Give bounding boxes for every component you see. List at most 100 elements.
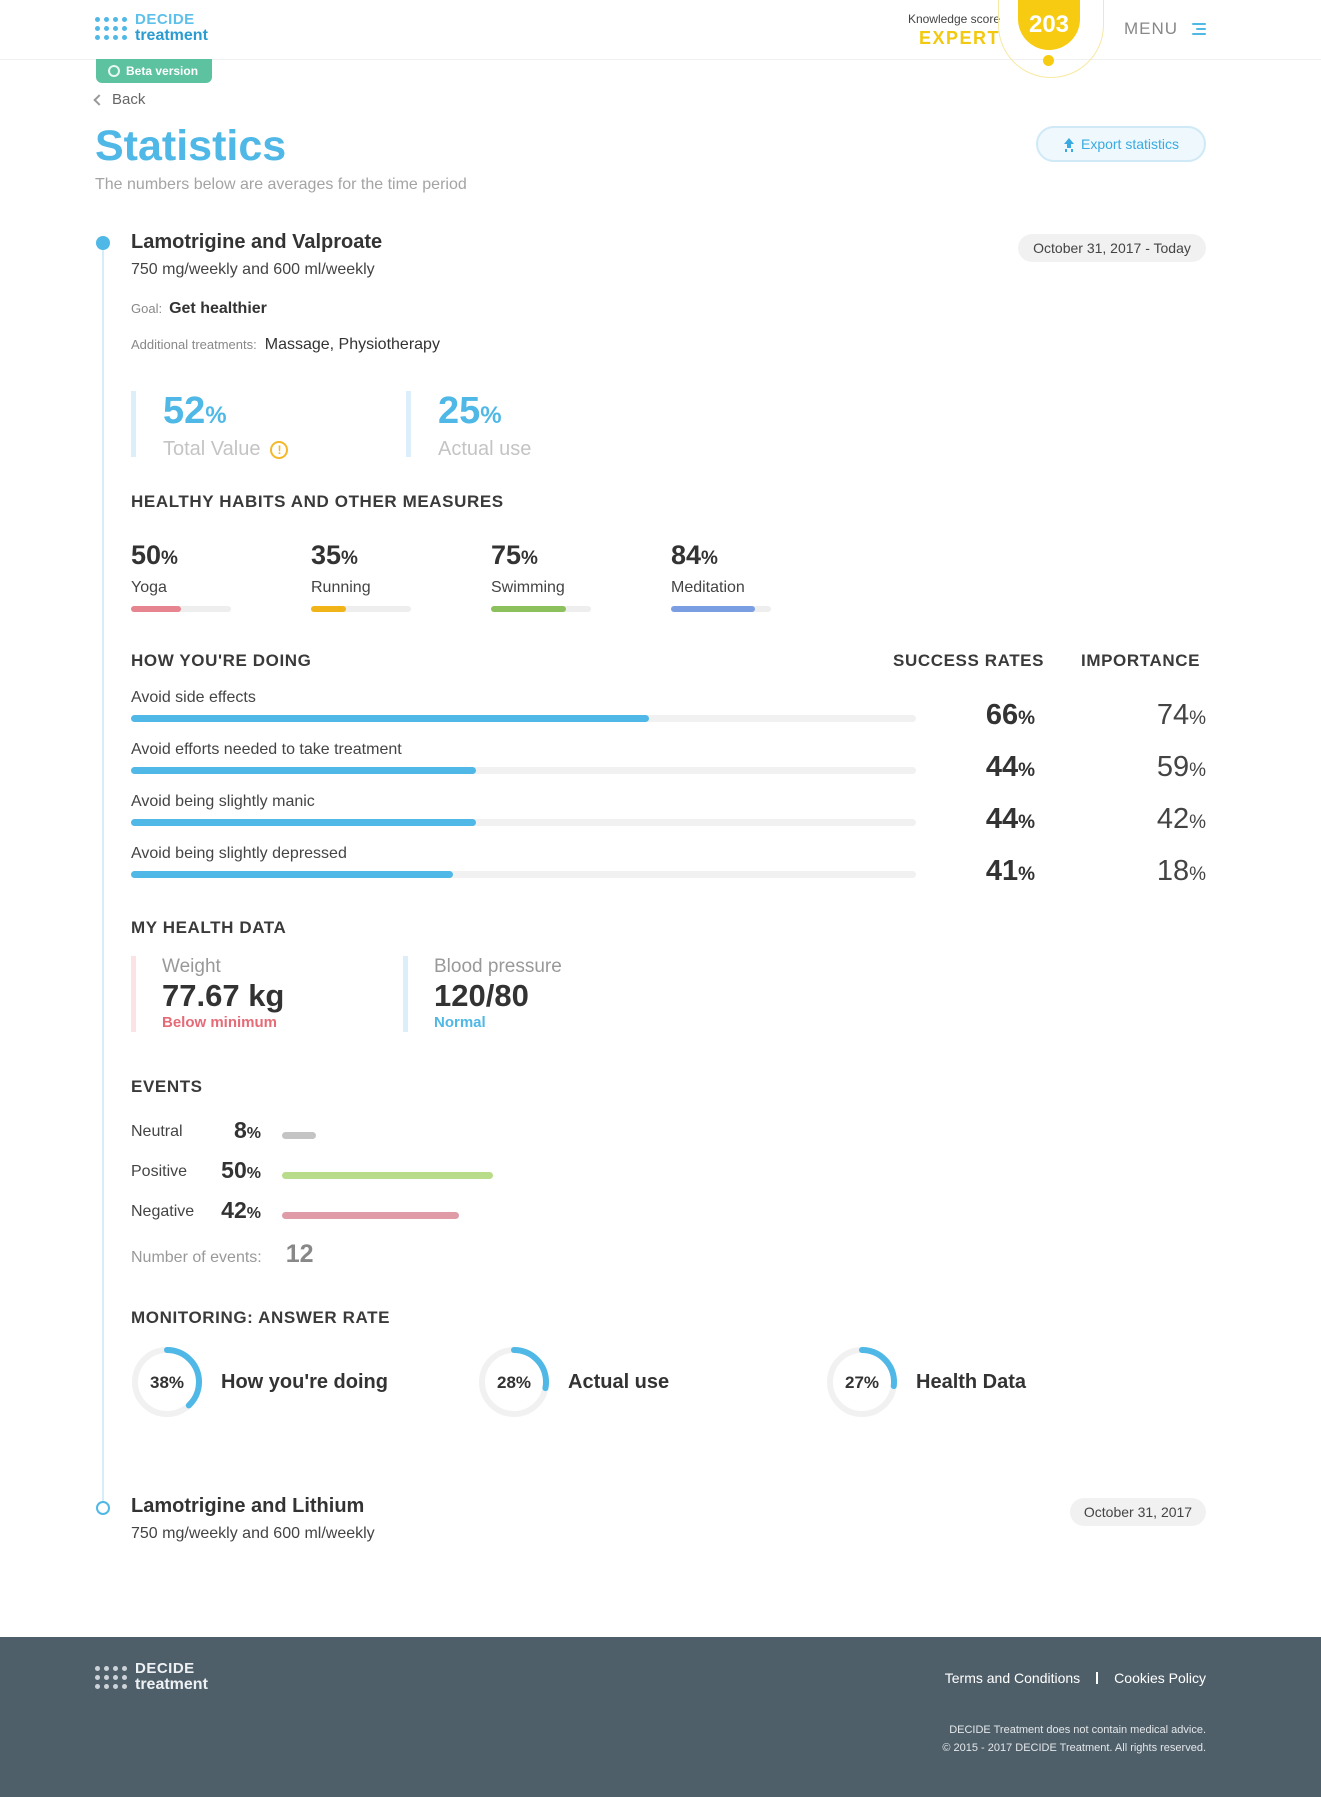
success-rate-value: 66%: [985, 699, 1035, 731]
habit-item: 84% Meditation: [671, 539, 781, 612]
monitoring-label: How you're doing: [221, 1370, 388, 1393]
logo-dots-icon: [95, 1665, 127, 1689]
chevron-left-icon: [93, 93, 105, 106]
timeline-line: [102, 243, 104, 1505]
answer-rate-donut: 28%: [479, 1347, 549, 1417]
footer-logo[interactable]: DECIDE treatment: [95, 1661, 208, 1693]
habit-value: 50: [131, 540, 162, 570]
link-separator: [1096, 1672, 1099, 1684]
monitoring-heading: MONITORING: ANSWER RATE: [131, 1308, 391, 1327]
actual-use-unit: %: [480, 402, 502, 429]
habit-item: 75% Swimming: [491, 539, 601, 612]
actual-use-number: 25: [438, 390, 481, 432]
total-value-number: 52: [163, 390, 206, 432]
importance-value: 18%: [1156, 855, 1206, 887]
importance-value: 42%: [1156, 803, 1206, 835]
habit-bar-fill: [131, 606, 181, 612]
treatment-date: October 31, 2017: [1070, 1498, 1206, 1526]
doing-row: Avoid efforts needed to take treatment 4…: [131, 741, 1206, 785]
event-label: Negative: [131, 1203, 195, 1220]
warning-icon[interactable]: !: [270, 440, 289, 459]
doing-row: Avoid being slightly depressed 41% 18%: [131, 845, 1206, 889]
event-row: Positive 50%: [131, 1157, 631, 1187]
treatment-dose: 750 mg/weekly and 600 ml/weekly: [131, 1525, 375, 1542]
doing-bar-fill: [131, 715, 650, 722]
habit-bar-fill: [671, 606, 755, 612]
goal-value: Get healthier: [169, 300, 267, 317]
additional-label: Additional treatments:: [131, 337, 257, 352]
footer-logo-decide: DECIDE: [135, 1660, 195, 1677]
back-link[interactable]: Back: [93, 91, 146, 108]
event-row: Negative 42%: [131, 1197, 631, 1227]
blood-pressure-label: Blood pressure: [434, 956, 562, 977]
back-label: Back: [112, 91, 146, 108]
footer-logo-treatment: treatment: [135, 1676, 208, 1693]
success-rate-value: 44%: [985, 751, 1035, 783]
treatment-name: Lamotrigine and Valproate: [131, 231, 383, 253]
monitoring-item: 27% Health Data: [826, 1346, 1026, 1418]
doing-bar-track: [131, 819, 916, 826]
answer-rate-donut: 27%: [827, 1347, 897, 1417]
logo-dots-icon: [95, 16, 127, 40]
habit-unit: %: [161, 548, 178, 569]
cookies-link[interactable]: Cookies Policy: [1114, 1670, 1206, 1686]
event-bar: [282, 1132, 316, 1139]
number-of-events: Number of events: 12: [131, 1240, 314, 1269]
doing-label: Avoid side effects: [131, 689, 256, 706]
event-value: 42%: [221, 1197, 261, 1223]
goal-row: Goal: Get healthier: [131, 300, 267, 318]
events-heading: EVENTS: [131, 1077, 203, 1096]
event-label: Positive: [131, 1163, 188, 1180]
svg-text:28%: 28%: [497, 1373, 531, 1392]
knowledge-score-label: Knowledge score: [907, 12, 1000, 26]
habit-label: Running: [311, 579, 371, 596]
hamburger-icon: [1192, 23, 1207, 35]
importance-value: 59%: [1156, 751, 1206, 783]
doing-row: Avoid being slightly manic 44% 42%: [131, 793, 1206, 837]
doing-bar-track: [131, 715, 916, 722]
upload-icon: [1063, 137, 1075, 151]
number-of-events-label: Number of events:: [131, 1249, 262, 1266]
number-of-events-value: 12: [285, 1240, 314, 1268]
disclaimer-text: DECIDE Treatment does not contain medica…: [949, 1724, 1206, 1736]
importance-value: 74%: [1156, 699, 1206, 731]
habit-value: 35: [311, 540, 342, 570]
beta-badge: Beta version: [96, 59, 213, 83]
habit-bar-fill: [311, 606, 346, 612]
actual-use-label: Actual use: [438, 438, 532, 460]
event-value: 50%: [221, 1157, 261, 1183]
habit-unit: %: [701, 548, 718, 569]
treatment-name[interactable]: Lamotrigine and Lithium: [131, 1495, 364, 1518]
doing-bar-fill: [131, 871, 453, 878]
export-label: Export statistics: [1080, 136, 1180, 152]
habit-bar-fill: [491, 606, 566, 612]
weight-status: Below minimum: [162, 1014, 278, 1031]
answer-rate-donut: 38%: [132, 1347, 202, 1417]
success-rate-value: 41%: [985, 855, 1035, 887]
success-rates-heading: SUCCESS RATES: [893, 651, 1045, 670]
habits-heading: HEALTHY HABITS AND OTHER MEASURES: [131, 492, 504, 511]
export-statistics-button[interactable]: Export statistics: [1036, 126, 1206, 162]
menu-button[interactable]: MENU: [1124, 19, 1207, 39]
blood-pressure-card: Blood pressure 120/80 Normal: [403, 956, 562, 1032]
menu-label: MENU: [1124, 19, 1179, 38]
event-label: Neutral: [131, 1123, 183, 1140]
score-dot: [1043, 55, 1054, 66]
svg-text:38%: 38%: [150, 1373, 184, 1392]
beta-label: Beta version: [126, 64, 199, 78]
logo-text-decide: DECIDE: [135, 11, 195, 28]
success-rate-value: 44%: [985, 803, 1035, 835]
doing-bar-fill: [131, 819, 477, 826]
doing-bar-track: [131, 767, 916, 774]
habit-bar-track: [671, 606, 771, 612]
page-title: Statistics: [95, 122, 287, 170]
importance-heading: IMPORTANCE: [1081, 651, 1201, 670]
health-data-heading: MY HEALTH DATA: [131, 918, 287, 937]
treatment-dose: 750 mg/weekly and 600 ml/weekly: [131, 261, 375, 278]
weight-card: Weight 77.67 kg Below minimum: [131, 956, 284, 1032]
timeline-dot-inactive[interactable]: [96, 1501, 110, 1515]
terms-link[interactable]: Terms and Conditions: [945, 1670, 1080, 1686]
logo[interactable]: DECIDE treatment: [95, 12, 208, 44]
doing-label: Avoid being slightly depressed: [131, 845, 347, 862]
footer-note: DECIDE Treatment does not contain medica…: [942, 1721, 1206, 1757]
